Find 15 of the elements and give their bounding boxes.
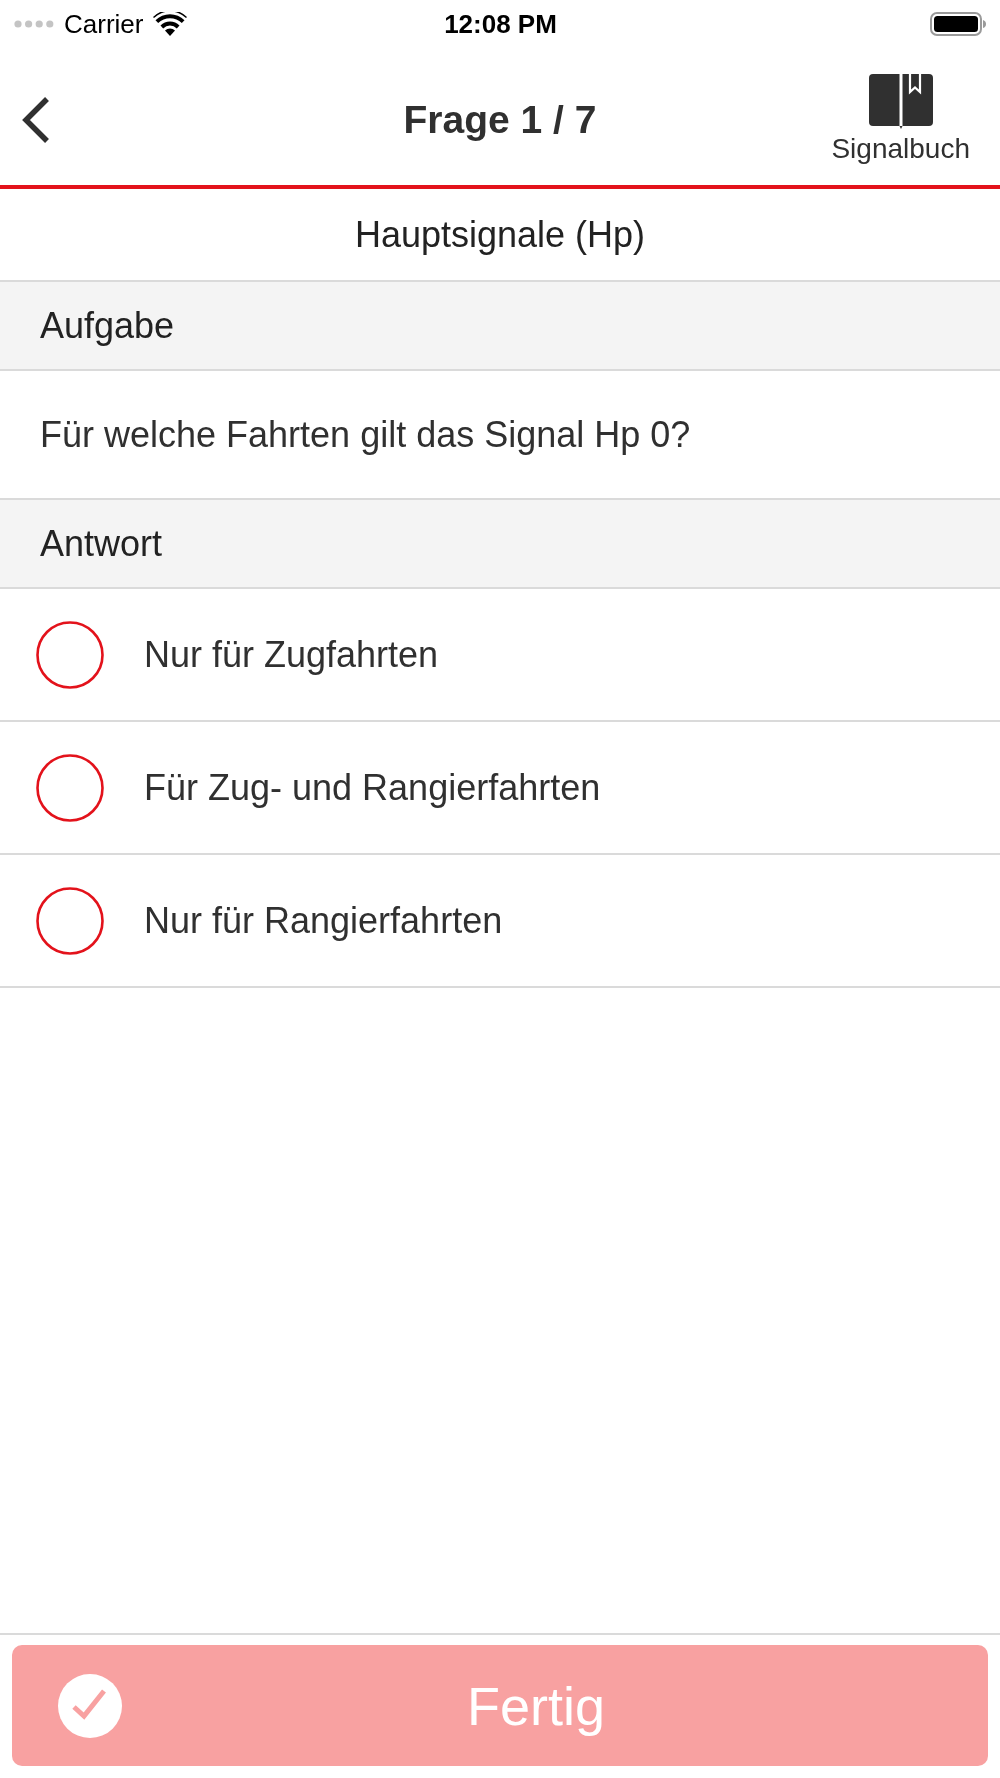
answer-option[interactable]: Nur für Zugfahrten bbox=[0, 589, 1000, 722]
answer-option[interactable]: Nur für Rangierfahrten bbox=[0, 855, 1000, 988]
answer-option[interactable]: Für Zug- und Rangierfahrten bbox=[0, 722, 1000, 855]
signal-strength-icon bbox=[14, 20, 54, 28]
signal-book-button[interactable]: Signalbuch bbox=[831, 74, 970, 165]
battery-icon bbox=[930, 12, 987, 36]
question-counter-title: Frage 1 / 7 bbox=[403, 97, 597, 142]
status-time: 12:08 PM bbox=[444, 8, 557, 40]
book-icon bbox=[868, 74, 933, 129]
section-header: Antwort bbox=[0, 500, 1000, 589]
wifi-icon bbox=[153, 12, 188, 36]
back-chevron-icon bbox=[21, 95, 51, 144]
carrier-name: Carrier bbox=[64, 8, 144, 40]
check-circle-icon bbox=[58, 1673, 122, 1738]
section-header: Aufgabe bbox=[0, 282, 1000, 371]
